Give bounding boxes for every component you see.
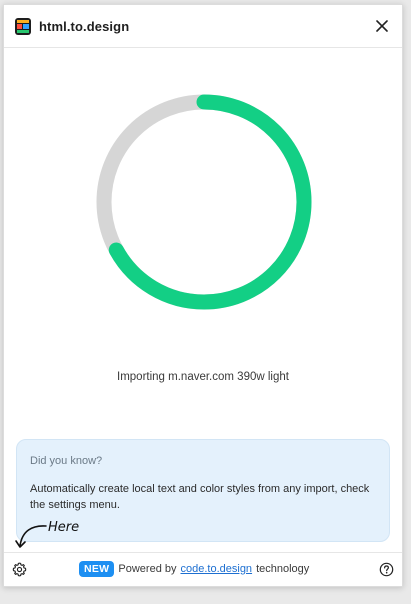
app-title: html.to.design [39, 19, 130, 34]
powered-suffix: technology [256, 563, 310, 575]
new-badge: NEW [79, 561, 115, 577]
tip-title: Did you know? [30, 455, 103, 467]
code-to-design-link[interactable]: code.to.design [181, 563, 253, 575]
powered-prefix: Powered by [118, 563, 177, 575]
tip-body: Automatically create local text and colo… [30, 483, 370, 511]
progress-ring [96, 94, 312, 310]
import-status: Importing m.naver.com 390w light [117, 371, 289, 383]
close-icon[interactable] [373, 17, 391, 35]
footer: NEW Powered by code.to.design technology [4, 552, 402, 586]
header: html.to.design [4, 5, 402, 48]
plugin-window: html.to.design Importing m.naver.com 390… [3, 4, 403, 587]
app-logo-icon [15, 18, 31, 35]
help-icon[interactable] [379, 562, 394, 577]
annotation-label: Here [48, 520, 80, 535]
annotation-arrow-icon [15, 525, 47, 548]
powered-by: NEW Powered by code.to.design technology [79, 561, 309, 577]
gear-icon[interactable] [12, 562, 27, 577]
